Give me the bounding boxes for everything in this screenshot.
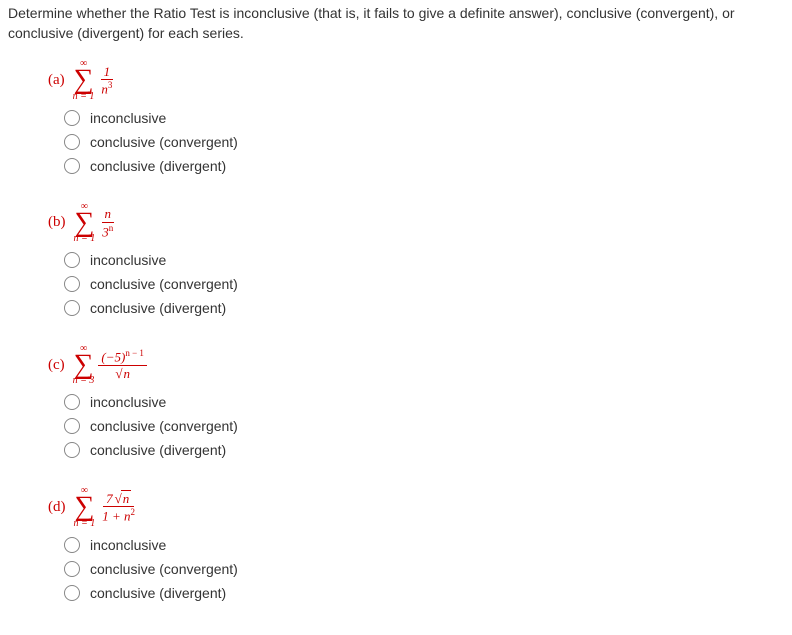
radio-icon[interactable] [64,300,80,316]
option-label: conclusive (convergent) [90,561,238,577]
question-b: (b) ∞∑n = 1n3n inconclusive conclusive (con… [48,202,784,316]
option-1[interactable]: conclusive (convergent) [64,134,784,150]
question-label: (d) [48,499,66,516]
instructions-text: Determine whether the Ratio Test is inco… [8,4,784,43]
formula: (a) ∞∑n = 11n3 [48,59,784,101]
formula: (b) ∞∑n = 1n3n [48,202,784,244]
fraction: (−5)n − 1n [98,348,147,382]
question-label: (a) [48,72,65,89]
option-label: inconclusive [90,537,166,553]
option-2[interactable]: conclusive (divergent) [64,300,784,316]
option-label: conclusive (divergent) [90,442,226,458]
option-2[interactable]: conclusive (divergent) [64,158,784,174]
option-label: conclusive (divergent) [90,158,226,174]
radio-icon[interactable] [64,110,80,126]
sigma-symbol: ∞∑n = 1 [74,486,96,528]
radio-icon[interactable] [64,585,80,601]
option-1[interactable]: conclusive (convergent) [64,561,784,577]
radio-icon[interactable] [64,158,80,174]
option-0[interactable]: inconclusive [64,394,784,410]
option-label: inconclusive [90,110,166,126]
option-label: conclusive (convergent) [90,134,238,150]
options-group: inconclusive conclusive (convergent) concl… [64,252,784,316]
option-2[interactable]: conclusive (divergent) [64,442,784,458]
question-label: (c) [48,357,65,374]
option-label: conclusive (divergent) [90,585,226,601]
radio-icon[interactable] [64,276,80,292]
options-group: inconclusive conclusive (convergent) concl… [64,537,784,601]
option-label: inconclusive [90,394,166,410]
options-group: inconclusive conclusive (convergent) concl… [64,110,784,174]
sigma-symbol: ∞∑n = 1 [73,59,95,101]
option-1[interactable]: conclusive (convergent) [64,418,784,434]
formula: (d) ∞∑n = 17n1 + n2 [48,486,784,528]
option-label: inconclusive [90,252,166,268]
options-group: inconclusive conclusive (convergent) concl… [64,394,784,458]
fraction: n3n [99,206,116,240]
question-label: (b) [48,214,66,231]
option-label: conclusive (convergent) [90,418,238,434]
fraction: 1n3 [98,64,115,98]
radio-icon[interactable] [64,134,80,150]
radio-icon[interactable] [64,442,80,458]
option-2[interactable]: conclusive (divergent) [64,585,784,601]
radio-icon[interactable] [64,537,80,553]
radio-icon[interactable] [64,561,80,577]
option-0[interactable]: inconclusive [64,537,784,553]
radio-icon[interactable] [64,394,80,410]
question-c: (c) ∞∑n = 3(−5)n − 1n inconclusive conclusi… [48,344,784,458]
formula: (c) ∞∑n = 3(−5)n − 1n [48,344,784,386]
sigma-symbol: ∞∑n = 3 [73,344,95,386]
sigma-symbol: ∞∑n = 1 [74,202,96,244]
option-label: conclusive (convergent) [90,276,238,292]
option-1[interactable]: conclusive (convergent) [64,276,784,292]
fraction: 7n1 + n2 [99,491,138,525]
option-0[interactable]: inconclusive [64,110,784,126]
question-d: (d) ∞∑n = 17n1 + n2 inconclusive conclusive… [48,486,784,600]
radio-icon[interactable] [64,252,80,268]
radio-icon[interactable] [64,418,80,434]
option-0[interactable]: inconclusive [64,252,784,268]
question-a: (a) ∞∑n = 11n3 inconclusive conclusive (con… [48,59,784,173]
option-label: conclusive (divergent) [90,300,226,316]
